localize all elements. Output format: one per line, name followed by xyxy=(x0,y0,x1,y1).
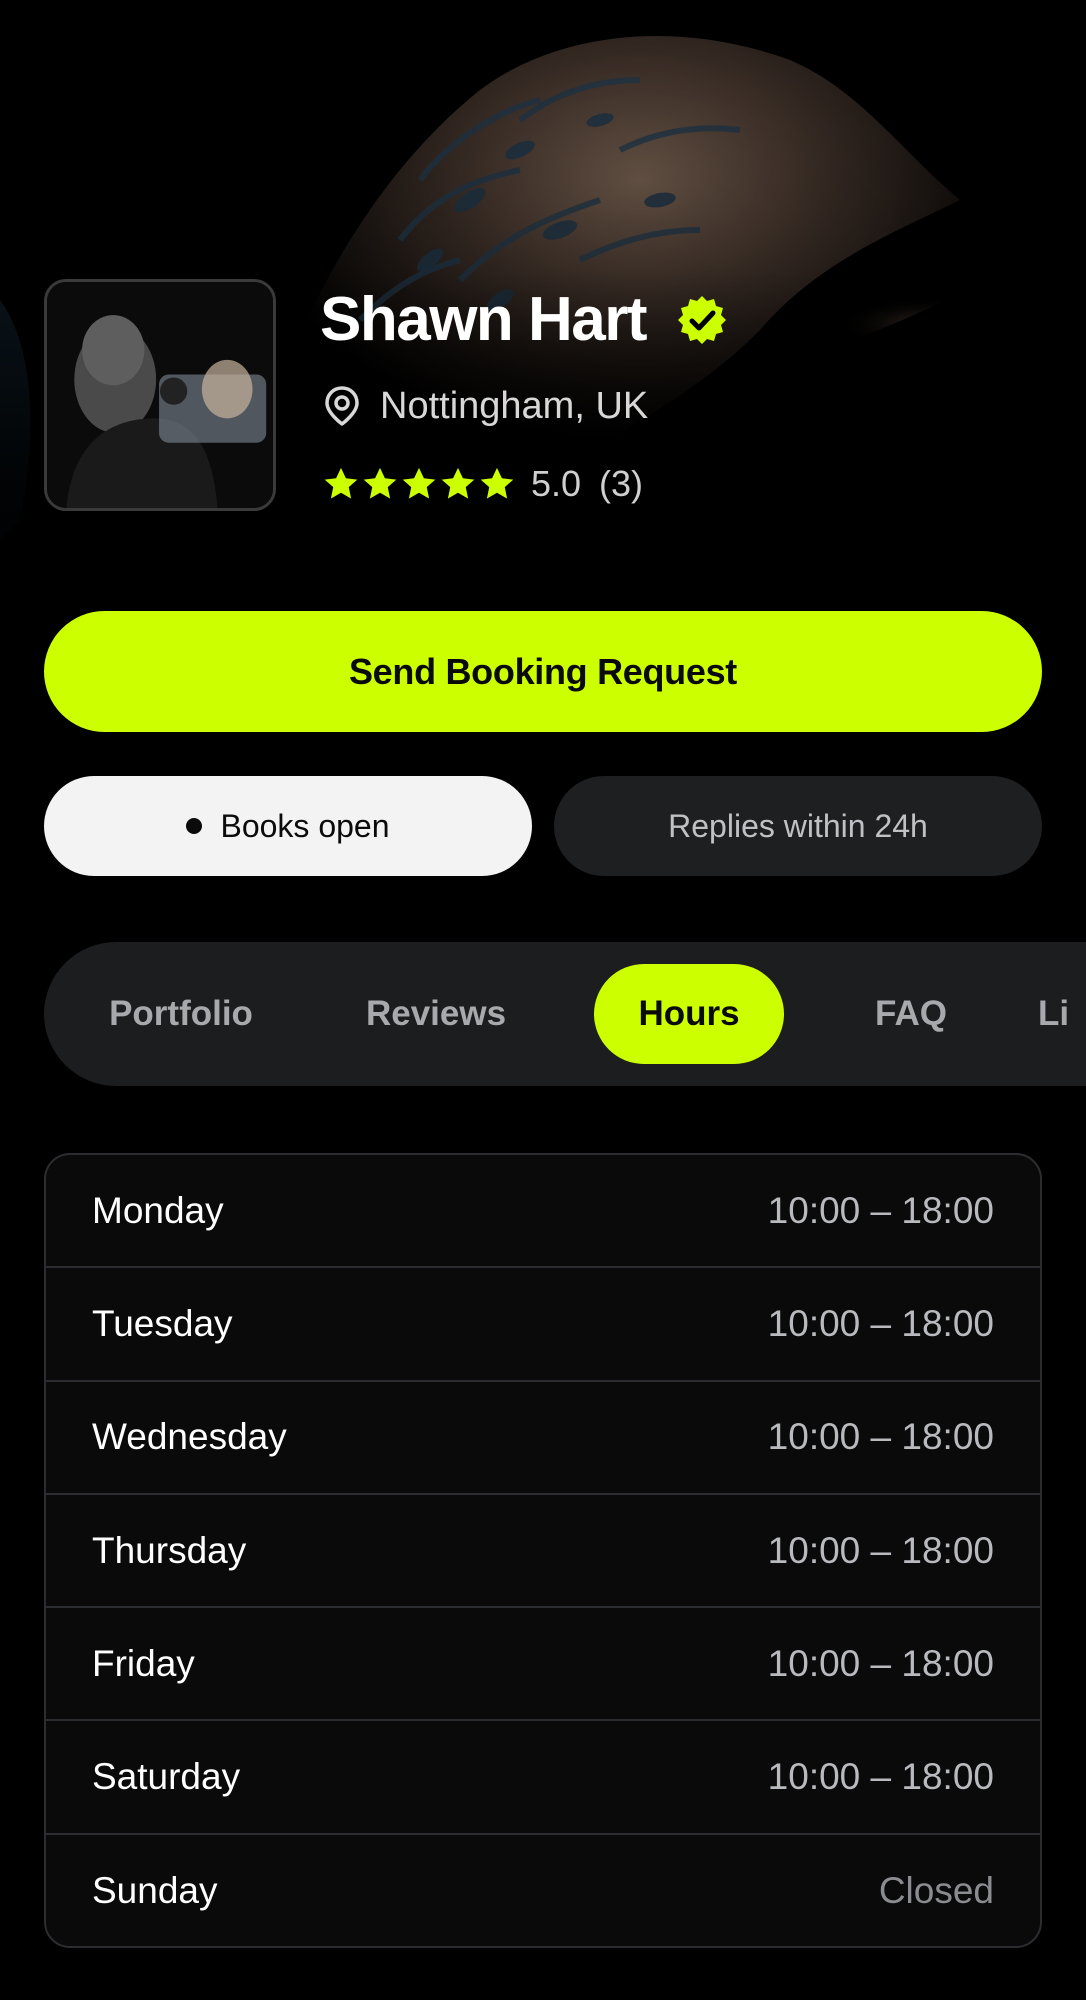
day-label: Wednesday xyxy=(92,1416,287,1458)
rating-value: 5.0 xyxy=(531,463,582,504)
hours-row: Monday 10:00 – 18:00 xyxy=(46,1155,1040,1269)
tab-reviews[interactable]: Reviews xyxy=(366,964,506,1064)
tab-faq[interactable]: FAQ xyxy=(856,964,966,1064)
artist-location: Nottingham, UK xyxy=(380,385,649,427)
rating-row[interactable]: 5.0 (3) xyxy=(322,458,643,510)
hours-value: 10:00 – 18:00 xyxy=(767,1529,994,1571)
opening-hours-table: Monday 10:00 – 18:00 Tuesday 10:00 – 18:… xyxy=(44,1153,1042,1948)
star-icon xyxy=(441,467,475,499)
tab-partial[interactable]: Li xyxy=(1038,964,1086,1064)
day-label: Sunday xyxy=(92,1870,218,1912)
hours-value: 10:00 – 18:00 xyxy=(767,1189,994,1231)
star-icon xyxy=(363,467,397,499)
reply-time-badge: Replies within 24h xyxy=(554,776,1042,876)
name-row: Shawn Hart xyxy=(320,282,728,358)
tab-hours[interactable]: Hours xyxy=(594,964,784,1064)
hero-banner: Shawn Hart Nottingham, UK 5.0 (3) xyxy=(0,0,1086,600)
reply-time-label: Replies within 24h xyxy=(668,807,928,844)
location-row: Nottingham, UK xyxy=(322,380,648,432)
hours-value: 10:00 – 18:00 xyxy=(767,1642,994,1684)
hours-value: 10:00 – 18:00 xyxy=(767,1416,994,1458)
status-pills: Books open Replies within 24h xyxy=(44,776,1042,876)
tab-portfolio[interactable]: Portfolio xyxy=(96,964,266,1064)
day-label: Thursday xyxy=(92,1529,247,1571)
hours-row: Thursday 10:00 – 18:00 xyxy=(46,1495,1040,1609)
star-icon xyxy=(402,467,436,499)
books-open-badge: Books open xyxy=(44,776,532,876)
star-icon xyxy=(324,467,358,499)
hours-value: 10:00 – 18:00 xyxy=(767,1302,994,1344)
artist-name: Shawn Hart xyxy=(320,285,648,354)
profile-tab-bar: Portfolio Reviews Hours FAQ Li xyxy=(44,942,1086,1086)
star-rating xyxy=(322,465,517,503)
star-icon xyxy=(480,467,514,499)
day-label: Saturday xyxy=(92,1756,241,1798)
hours-row: Saturday 10:00 – 18:00 xyxy=(46,1721,1040,1835)
review-count: (3) xyxy=(599,463,644,504)
map-pin-icon xyxy=(325,386,359,426)
hours-row: Wednesday 10:00 – 18:00 xyxy=(46,1382,1040,1495)
books-open-label: Books open xyxy=(220,807,390,844)
day-label: Monday xyxy=(92,1189,224,1231)
hours-row: Sunday Closed xyxy=(46,1835,1040,1946)
hours-row: Tuesday 10:00 – 18:00 xyxy=(46,1268,1040,1382)
avatar-photo xyxy=(47,282,273,508)
artist-avatar[interactable] xyxy=(44,279,276,511)
verified-badge-icon xyxy=(678,296,727,344)
hours-value: 10:00 – 18:00 xyxy=(767,1756,994,1798)
day-label: Friday xyxy=(92,1642,195,1684)
hours-value: Closed xyxy=(878,1870,994,1912)
send-booking-request-button[interactable]: Send Booking Request xyxy=(44,611,1042,732)
hours-row: Friday 10:00 – 18:00 xyxy=(46,1608,1040,1722)
day-label: Tuesday xyxy=(92,1302,233,1344)
status-dot-icon xyxy=(186,818,203,834)
artist-profile-page: Shawn Hart Nottingham, UK 5.0 (3) Send B… xyxy=(0,0,1086,2000)
